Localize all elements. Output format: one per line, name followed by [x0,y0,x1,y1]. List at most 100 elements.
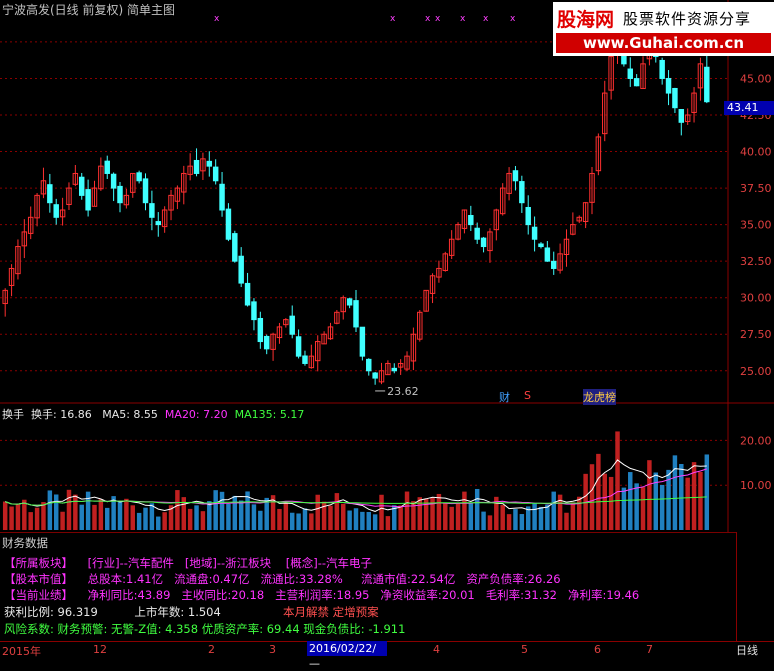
turnover-bar [589,464,595,530]
time-label-3: 3 [269,643,276,656]
turnover-bar [258,510,263,530]
candle-body [672,87,678,109]
industry-value: [行业]--汽车配件 [87,556,174,570]
event-badge-finance[interactable]: 财 [499,389,510,405]
turnover-bar [309,513,314,530]
profit-ratio: 获利比例: 96.319 [4,605,98,619]
turnover-bar [162,512,167,530]
turnover-bar [187,508,193,530]
candle-body [538,243,544,248]
ma135-value: MA135: 5.17 [234,408,305,421]
turnover-bar [372,514,378,530]
turnover-bar [398,505,403,530]
candle-body [136,172,142,182]
indicator-name: 换手 [2,408,24,421]
candle-body [678,109,685,123]
watermark-logo: 股海网 股票软件资源分享 www.Guhai.com.cn [553,2,774,56]
turnover-bar [34,507,40,530]
price-axis-label: 35.00 [740,219,772,232]
chart-title: 宁波高发(日线 前复权) 简单主图 [2,3,175,17]
turnover-bar [487,515,493,530]
candle-body [257,317,264,343]
candle-body [627,68,634,79]
turnover-bar [474,488,480,530]
equity-label: 【股本市值】 [4,572,73,586]
right-side-panel [736,532,774,641]
turnover-bar [105,507,110,530]
candle-body [633,78,640,87]
event-badge-dragon-tiger[interactable]: 龙虎榜 [583,389,616,405]
event-x-mark: x [460,14,466,24]
time-label-4: 4 [433,643,440,656]
event-x-mark: x [214,14,220,24]
price-axis-label: 32.50 [740,255,772,268]
financial-title: 财务数据 [2,536,48,550]
period-label[interactable]: 日线 [736,642,758,658]
candle-body [219,183,225,211]
price-axis-label: 30.00 [740,292,772,305]
turnover-bar [608,476,614,530]
turnover-bar [506,514,512,530]
event-x-mark: x [510,14,516,24]
turnover-bar [130,505,135,530]
turnover-bar [647,460,652,530]
candle-body [519,181,525,204]
candle-body [468,215,474,226]
event-x-mark: x [390,14,396,24]
turnover-bar [436,493,442,530]
turnover-bar [226,503,231,530]
turnover-bar [149,503,155,530]
net-margin: 净利率:19.46 [567,588,640,602]
turnover-bar [28,512,33,530]
candle-body [302,355,308,364]
candle-body [193,159,200,174]
equity-row: 【股本市值】 总股本:1.41亿 流通盘:0.47亿 流通比:33.28% 流通… [4,571,561,587]
turnover-chart[interactable]: 20.00 10.00 [0,404,774,532]
financial-data-panel: 财务数据 【所属板块】 [行业]--汽车配件 [地域]--浙江板块 [概念]--… [0,532,736,642]
sector-label: 【所属板块】 [4,556,73,570]
years-listed: 上市年数: 1.504 [134,605,221,619]
candle-body [78,176,85,196]
main-profit-rate: 主营利润率:18.95 [275,588,370,602]
watermark-url: www.Guhai.com.cn [556,33,771,53]
turnover-bar [117,501,123,530]
turnover-bar [315,494,320,530]
candle-body [550,260,557,269]
region-value: [地域]--浙江板块 [184,556,272,570]
turnover-bar [570,502,576,530]
turnover-bar [9,506,14,530]
turnover-bar [194,505,199,530]
candle-body [104,160,110,174]
turnover-bar [328,505,333,530]
event-badge-s[interactable]: S [524,389,531,402]
turnover-bar [596,453,601,530]
turnover-bar [621,487,627,530]
volume-legend: 换手 换手: 16.86 MA5: 8.55 MA20: 7.20 MA135:… [2,406,304,422]
turnover-bar [238,500,244,530]
candle-body [117,185,123,204]
turnover-bar [679,463,684,530]
turnover-bar [379,494,384,530]
turnover-bar [353,508,359,530]
turnover-bar [296,513,301,530]
price-axis-label: 40.00 [740,146,772,159]
turnover-bar [564,512,569,530]
revenue-yoy: 主收同比:20.18 [181,588,265,602]
turnover-bar [334,493,340,530]
notice-text: 本月解禁 定增预案 [282,605,379,619]
ma5-value: MA5: 8.55 [102,408,158,421]
time-label-7: 7 [646,643,653,656]
profit-row: 获利比例: 96.319 上市年数: 1.504 本月解禁 定增预案 [4,604,379,620]
candle-body [212,166,219,182]
turnover-bar [659,484,665,530]
candle-body [47,184,53,204]
candle-body [480,237,487,248]
candle-body [289,315,295,335]
turnover-bar [156,516,161,530]
time-label-5: 5 [521,643,528,656]
turnover-bar [468,503,474,530]
candle-body [155,221,162,226]
price-chart[interactable]: 47.5045.0042.5040.0037.5035.0032.5030.00… [0,0,774,404]
float-shares: 流通盘:0.47亿 [174,572,250,586]
candle-body [531,226,538,240]
